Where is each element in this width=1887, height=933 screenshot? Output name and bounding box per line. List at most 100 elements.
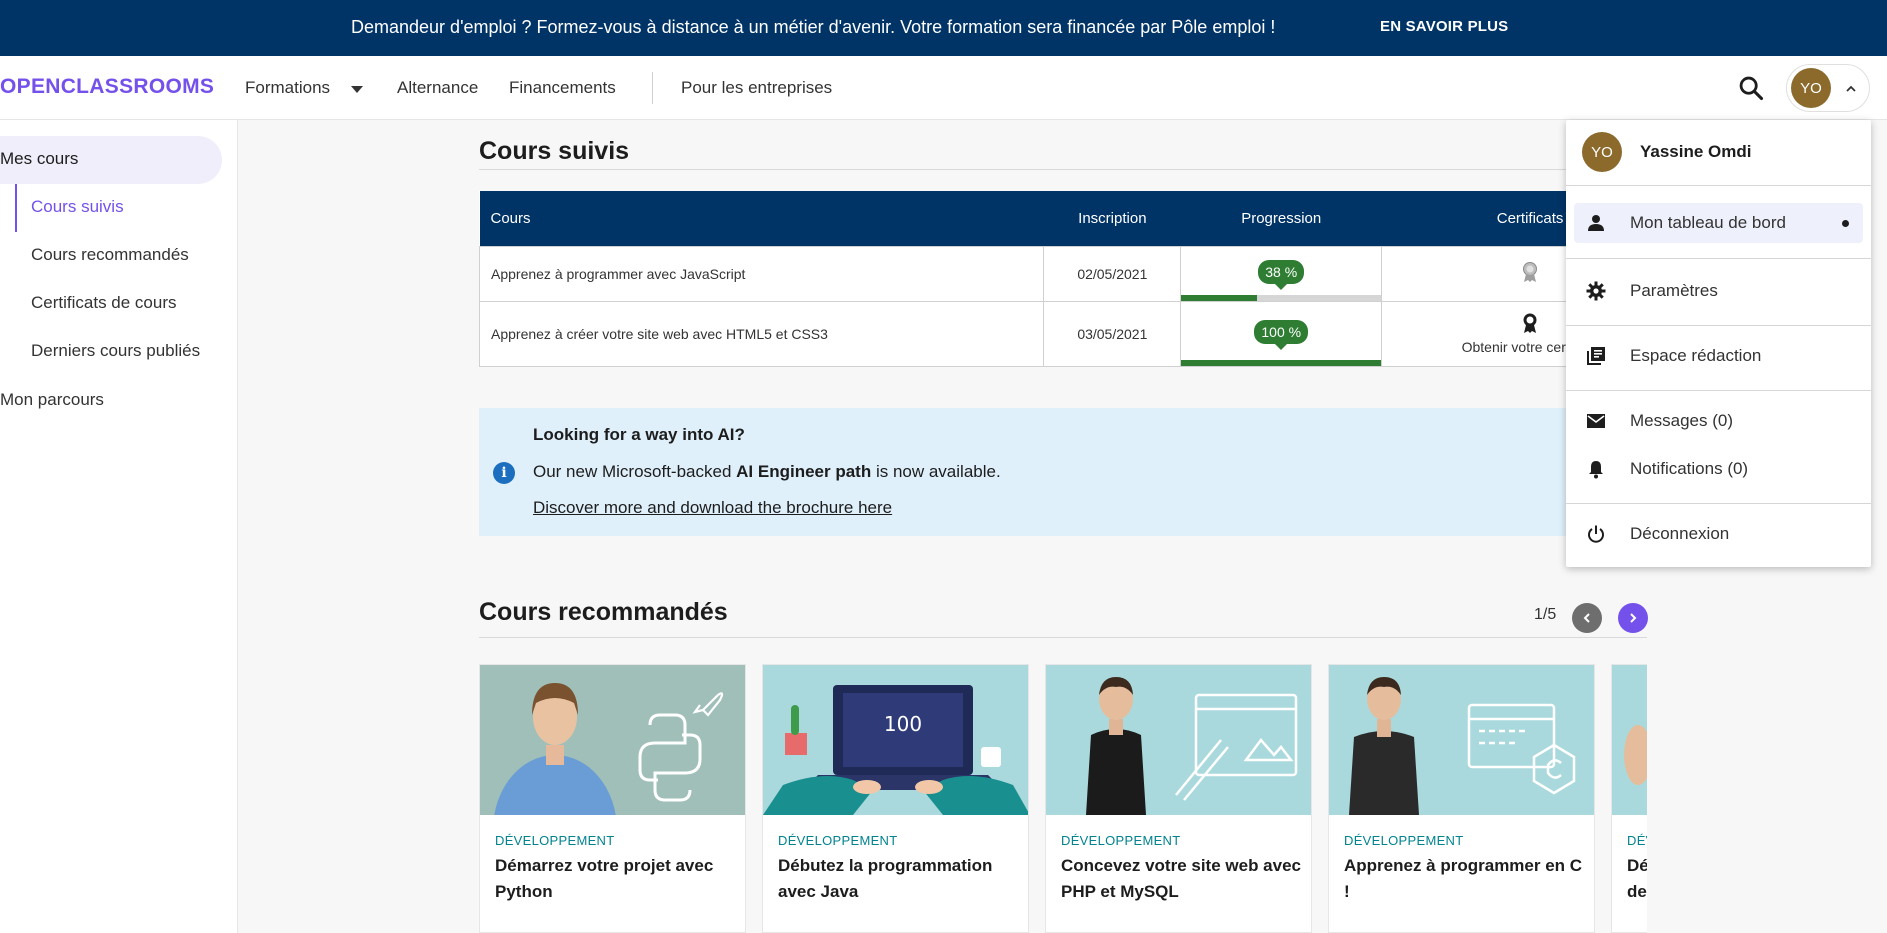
nav-financements[interactable]: Financements: [509, 78, 616, 98]
info-title: Looking for a way into AI?: [533, 425, 745, 444]
menu-item-notifications[interactable]: Notifications (0): [1574, 449, 1863, 489]
dropdown-divider: [1566, 185, 1871, 186]
course-carousel: DÉVELOPPEMENT Démarrez votre projet avec…: [479, 664, 1647, 933]
laptop-screen-text: 100: [884, 712, 922, 736]
account-dropdown-menu: YO Yassine Omdi Mon tableau de bord Para…: [1566, 120, 1871, 567]
account-menu-button[interactable]: YO: [1786, 64, 1870, 112]
banner-link[interactable]: EN SAVOIR PLUS: [1380, 18, 1508, 35]
course-title: Apprenez à programmer en C !: [1344, 856, 1583, 901]
site-header: OPENCLASSROOMS Formations Alternance Fin…: [0, 56, 1887, 120]
person-icon: [1588, 215, 1604, 231]
progress-badge: 100 %: [1254, 319, 1309, 350]
course-category: DÉVELOPPEMENT: [1627, 833, 1647, 848]
nav-divider: [652, 72, 653, 104]
course-card[interactable]: 100 DÉVELOPPEMENT Débutez la programmati…: [762, 664, 1029, 933]
course-thumbnail: [1612, 665, 1647, 815]
menu-item-parametres[interactable]: Paramètres: [1574, 271, 1863, 311]
menu-item-label: Messages (0): [1630, 411, 1733, 430]
course-illustration: [1624, 725, 1647, 785]
caret-down-icon[interactable]: [351, 86, 363, 93]
logo[interactable]: OPENCLASSROOMS: [0, 75, 214, 99]
progress-bar-fill: [1181, 294, 1258, 301]
gear-icon: [1586, 281, 1606, 301]
table-row: Apprenez à créer votre site web avec HTM…: [478, 300, 1679, 367]
chevron-up-icon: [1846, 85, 1856, 92]
bell-icon: [1589, 461, 1603, 479]
sidebar-item-certificats[interactable]: Certificats de cours: [31, 293, 177, 313]
menu-item-label: Déconnexion: [1630, 524, 1730, 543]
active-dot-icon: [1842, 220, 1849, 227]
sidebar-item-mon-parcours[interactable]: Mon parcours: [0, 390, 104, 410]
course-thumbnail: [1329, 665, 1594, 815]
course-title: Découvrez le fonctionnement des algorith…: [1627, 856, 1647, 901]
menu-item-messages[interactable]: Messages (0): [1574, 401, 1863, 441]
power-icon: [1588, 525, 1604, 543]
course-category: DÉVELOPPEMENT: [778, 833, 898, 848]
column-header-cours: Cours: [479, 191, 1044, 246]
certificate-locked-icon: [1523, 262, 1538, 282]
carousel-prev-button[interactable]: [1572, 603, 1602, 633]
title-divider: [479, 637, 1647, 638]
course-thumbnail: [480, 665, 745, 815]
progress-bar: [1181, 294, 1382, 301]
sidebar-item-cours-recommandes[interactable]: Cours recommandés: [31, 245, 189, 265]
sidebar-item-cours-suivis[interactable]: Cours suivis: [31, 197, 124, 217]
info-text-bold: AI Engineer path: [736, 462, 872, 481]
title-divider: [479, 169, 1679, 170]
dropdown-divider: [1566, 325, 1871, 326]
nav-entreprises[interactable]: Pour les entreprises: [681, 78, 832, 98]
info-callout: i Looking for a way into AI? Our new Mic…: [479, 408, 1679, 536]
avatar: YO: [1791, 68, 1831, 108]
user-name: Yassine Omdi: [1640, 142, 1752, 161]
menu-item-label: Mon tableau de bord: [1630, 213, 1786, 232]
section-title-cours-suivis: Cours suivis: [479, 137, 630, 165]
course-name-link[interactable]: Apprenez à créer votre site web avec HTM…: [478, 300, 1045, 367]
progress-bar: [1181, 359, 1382, 366]
nav-formations[interactable]: Formations: [245, 78, 330, 98]
dropdown-divider: [1566, 390, 1871, 391]
menu-item-redaction[interactable]: Espace rédaction: [1574, 336, 1863, 376]
course-card[interactable]: DÉVELOPPEMENT Découvrez le fonctionnemen…: [1611, 664, 1647, 933]
course-category: DÉVELOPPEMENT: [495, 833, 615, 848]
course-title: Démarrez votre projet avec Python: [495, 856, 714, 901]
course-thumbnail: [1046, 665, 1311, 815]
info-text: Our new Microsoft-backed AI Engineer pat…: [533, 462, 1001, 482]
promo-banner: Demandeur d'emploi ? Formez-vous à dista…: [0, 0, 1887, 56]
nav-alternance[interactable]: Alternance: [397, 78, 478, 98]
inscription-date: 02/05/2021: [1043, 245, 1182, 302]
course-card[interactable]: DÉVELOPPEMENT Concevez votre site web av…: [1045, 664, 1312, 933]
brochure-link[interactable]: Discover more and download the brochure …: [533, 498, 892, 518]
info-icon: i: [493, 462, 515, 484]
inscription-date: 03/05/2021: [1043, 300, 1182, 367]
menu-item-dashboard[interactable]: Mon tableau de bord: [1574, 203, 1863, 243]
course-category: DÉVELOPPEMENT: [1061, 833, 1181, 848]
mail-icon: [1587, 414, 1605, 428]
course-card[interactable]: DÉVELOPPEMENT Démarrez votre projet avec…: [479, 664, 746, 933]
sidebar-item-derniers-cours[interactable]: Derniers cours publiés: [31, 341, 200, 361]
carousel-next-button[interactable]: [1618, 603, 1648, 633]
chevron-right-icon: [1630, 613, 1637, 623]
course-title: Débutez la programmation avec Java: [778, 856, 993, 901]
progress-badge: 38 %: [1258, 259, 1305, 290]
c-course-illustration: [1349, 677, 1576, 815]
courses-table: Cours Inscription Progression Certificat…: [478, 191, 1679, 367]
menu-item-label: Paramètres: [1630, 281, 1718, 300]
course-title: Concevez votre site web avec PHP et MySQ…: [1061, 856, 1302, 901]
course-name-link[interactable]: Apprenez à programmer avec JavaScript: [478, 245, 1045, 302]
menu-item-deconnexion[interactable]: Déconnexion: [1574, 514, 1863, 554]
menu-item-label: Espace rédaction: [1630, 346, 1762, 365]
section-title-cours-recommandes: Cours recommandés: [479, 598, 728, 626]
menu-item-label: Notifications (0): [1630, 459, 1749, 478]
course-thumbnail: 100: [763, 665, 1028, 815]
chevron-left-icon: [1583, 613, 1590, 623]
carousel-pager: 1/5: [1534, 606, 1557, 623]
progress-cell: 100 %: [1180, 300, 1383, 367]
search-icon[interactable]: [1737, 74, 1765, 102]
course-card[interactable]: DÉVELOPPEMENT Apprenez à programmer en C…: [1328, 664, 1595, 933]
avatar: YO: [1582, 132, 1622, 172]
info-text-pre: Our new Microsoft-backed: [533, 462, 737, 481]
progress-bar-fill: [1181, 359, 1382, 366]
sidebar: Mes cours Cours suivis Cours recommandés…: [0, 120, 238, 933]
course-category: DÉVELOPPEMENT: [1344, 833, 1464, 848]
sidebar-item-mes-cours[interactable]: Mes cours: [0, 136, 222, 184]
